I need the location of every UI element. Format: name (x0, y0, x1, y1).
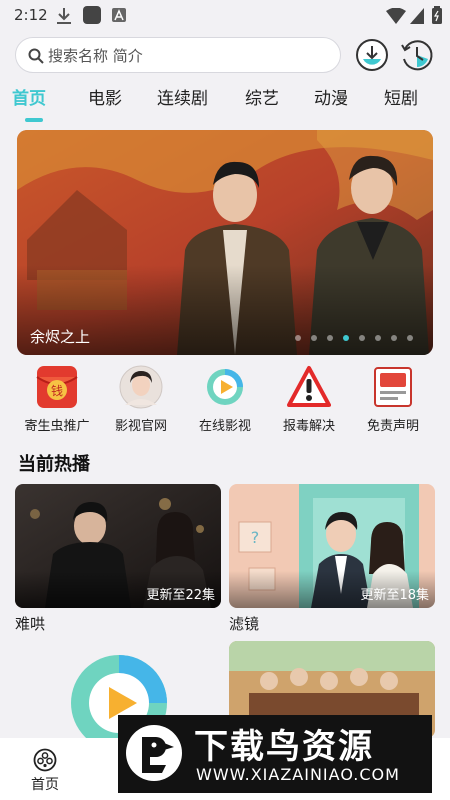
nav-home[interactable]: 首页 (22, 748, 68, 798)
shortcut-official-site[interactable]: 影视官网 (98, 365, 184, 435)
category-tabs: 首页 电影 连续剧 综艺 动漫 短剧 (0, 84, 450, 124)
carousel-dot[interactable] (391, 335, 397, 341)
play-icon (207, 369, 243, 405)
shortcut-label: 影视官网 (114, 419, 167, 434)
avatar-icon (119, 365, 163, 409)
carousel-dot[interactable] (407, 335, 413, 341)
download-icon (57, 8, 71, 24)
banner-poster-image (17, 130, 433, 355)
wifi-icon (386, 8, 406, 24)
signal-icon (410, 8, 424, 24)
carousel-indicator (295, 335, 415, 341)
tab-movies[interactable]: 电影 (88, 84, 122, 109)
banner-carousel[interactable]: 余烬之上 (17, 130, 433, 355)
episode-badge: 更新至22集 (146, 588, 215, 603)
tab-home[interactable]: 首页 (12, 84, 46, 109)
tab-anime[interactable]: 动漫 (314, 84, 348, 109)
tab-variety[interactable]: 综艺 (245, 84, 279, 109)
shortcut-label: 免责声明 (366, 419, 419, 434)
watermark-brand: 下载鸟资源 (194, 727, 374, 767)
shortcut-label: 寄生虫推广 (24, 419, 90, 434)
card-title[interactable]: 难哄 (15, 613, 45, 634)
home-icon (33, 748, 57, 772)
carousel-dot[interactable] (327, 335, 333, 341)
app-notification-icon (83, 6, 101, 24)
card-title[interactable]: 滤镜 (229, 613, 259, 634)
red-envelope-icon: 钱 (36, 366, 78, 408)
status-bar: 2:12 (0, 0, 450, 32)
status-time: 2:12 (14, 6, 48, 24)
carousel-dot[interactable] (311, 335, 317, 341)
shortcut-parasite-promo[interactable]: 钱 寄生虫推广 (14, 365, 100, 435)
section-title: 当前热播 (18, 454, 90, 475)
shortcut-online-video[interactable]: 在线影视 (182, 365, 268, 435)
history-button[interactable] (399, 37, 435, 73)
bird-logo-icon (126, 725, 182, 781)
tab-series[interactable]: 连续剧 (157, 84, 208, 109)
shortcut-disclaimer[interactable]: 免责声明 (350, 365, 436, 435)
warning-icon (287, 366, 331, 407)
download-button[interactable] (354, 37, 390, 73)
carousel-dot[interactable] (359, 335, 365, 341)
svg-text:钱: 钱 (51, 383, 63, 398)
battery-icon (432, 6, 442, 24)
tab-short-drama[interactable]: 短剧 (384, 84, 418, 109)
a-notification-icon (112, 8, 126, 22)
banner-caption: 余烬之上 (30, 328, 91, 346)
search-icon (28, 48, 44, 64)
carousel-dot-active[interactable] (343, 335, 349, 341)
video-card[interactable]: 更新至22集 (15, 484, 221, 608)
search-placeholder: 搜索名称 简介 (48, 47, 143, 65)
episode-badge: 更新至18集 (360, 588, 429, 603)
carousel-dot[interactable] (295, 335, 301, 341)
shortcut-label: 在线影视 (198, 419, 251, 434)
notice-icon (374, 367, 412, 407)
video-card[interactable]: ? 更新至18集 (229, 484, 435, 608)
search-input[interactable]: 搜索名称 简介 (15, 37, 341, 73)
watermark: 下载鸟资源 WWW.XIAZAINIAO.COM (118, 715, 432, 793)
tab-active-indicator (25, 118, 43, 122)
watermark-url: WWW.XIAZAINIAO.COM (196, 765, 400, 784)
shortcut-label: 报毒解决 (282, 419, 335, 434)
nav-home-label: 首页 (31, 777, 59, 793)
carousel-dot[interactable] (375, 335, 381, 341)
shortcut-virus-report[interactable]: 报毒解决 (266, 365, 352, 435)
